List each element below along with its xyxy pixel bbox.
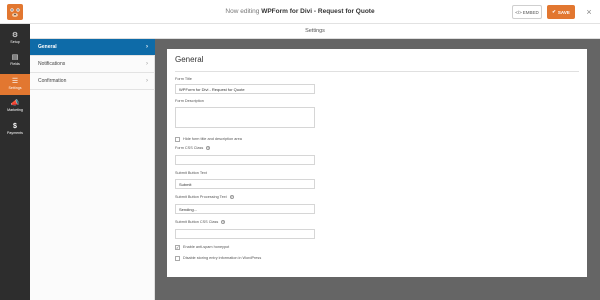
settings-panel: General › Notifications › Confirmation › — [30, 39, 155, 300]
sidebar-item-settings[interactable]: ☰ Settings — [0, 74, 30, 95]
submit-text-input[interactable] — [175, 179, 315, 189]
card-title: General — [175, 55, 204, 64]
tab-general[interactable]: General › — [30, 39, 155, 56]
disable-storing-checkbox[interactable] — [175, 256, 180, 261]
general-settings-card: General Form Title Form Description Hide… — [167, 49, 587, 277]
content-area: General Form Title Form Description Hide… — [155, 39, 600, 300]
dollar-icon: $ — [13, 123, 17, 130]
tab-label: Notifications — [38, 61, 66, 67]
form-title-input[interactable] — [175, 84, 315, 94]
submit-css-class-input[interactable] — [175, 229, 315, 239]
top-bar: Now editing WPForm for Divi - Request fo… — [0, 0, 600, 24]
hide-title-label: Hide form title and description area — [183, 137, 242, 141]
check-icon: ✔ — [552, 9, 556, 14]
section-title: Settings — [30, 24, 600, 39]
save-button[interactable]: ✔ SAVE — [547, 5, 575, 19]
chevron-right-icon: › — [146, 78, 148, 84]
sliders-icon: ☰ — [11, 78, 19, 85]
form-css-class-label-row: Form CSS Class? — [175, 146, 211, 150]
embed-button-label: EMBED — [522, 9, 539, 15]
tab-notifications[interactable]: Notifications › — [30, 56, 155, 73]
sidebar-item-marketing[interactable]: 📣 Marketing — [0, 96, 30, 117]
megaphone-icon: 📣 — [10, 100, 20, 107]
submit-processing-label-row: Submit Button Processing Text? — [175, 195, 234, 199]
chevron-right-icon: › — [146, 44, 148, 50]
chevron-right-icon: › — [146, 61, 148, 67]
divider — [175, 71, 579, 72]
code-icon: </> — [515, 9, 522, 15]
sidebar-item-setup[interactable]: ⚙ Setup — [0, 28, 30, 49]
hide-title-checkbox[interactable] — [175, 137, 180, 142]
sidebar-item-label: Fields — [10, 62, 20, 66]
submit-css-class-label: Submit Button CSS Class — [175, 220, 219, 224]
sidebar-item-label: Payments — [7, 131, 23, 135]
sidebar-item-label: Setup — [10, 40, 20, 44]
embed-button[interactable]: </> EMBED — [512, 5, 542, 19]
honeypot-checkbox[interactable]: ✓ — [175, 245, 180, 250]
close-icon[interactable]: × — [582, 5, 596, 19]
form-css-class-label: Form CSS Class — [175, 146, 204, 150]
sidebar-item-label: Marketing — [7, 108, 23, 112]
submit-text-label: Submit Button Text — [175, 171, 207, 175]
submit-css-class-label-row: Submit Button CSS Class? — [175, 220, 226, 224]
editing-prefix: Now editing — [225, 8, 260, 15]
form-description-label: Form Description — [175, 99, 204, 103]
form-name: WPForm for Divi - Request for Quote — [261, 8, 375, 15]
gear-icon: ⚙ — [11, 32, 19, 39]
honeypot-label: Enable anti-spam honeypot — [183, 245, 230, 249]
sidebar-item-fields[interactable]: ▤ Fields — [0, 50, 30, 71]
help-icon[interactable]: ? — [221, 220, 226, 224]
form-css-class-input[interactable] — [175, 155, 315, 165]
form-title-label: Form Title — [175, 77, 192, 81]
submit-processing-label: Submit Button Processing Text — [175, 195, 227, 199]
disable-storing-label: Disable storing entry information in Wor… — [183, 256, 262, 260]
fields-icon: ▤ — [11, 54, 19, 61]
help-icon[interactable]: ? — [229, 195, 234, 199]
tab-label: General — [38, 44, 57, 50]
editing-title: Now editing WPForm for Divi - Request fo… — [0, 0, 600, 24]
help-icon[interactable]: ? — [206, 146, 211, 150]
sidebar-item-label: Settings — [8, 86, 22, 90]
save-button-label: SAVE — [557, 9, 570, 15]
builder-sidebar: ⚙ Setup ▤ Fields ☰ Settings 📣 Marketing … — [0, 24, 30, 300]
tab-confirmation[interactable]: Confirmation › — [30, 73, 155, 90]
tab-label: Confirmation — [38, 78, 67, 84]
form-description-textarea[interactable] — [175, 107, 315, 128]
sidebar-item-payments[interactable]: $ Payments — [0, 119, 30, 140]
submit-processing-input[interactable] — [175, 204, 315, 214]
